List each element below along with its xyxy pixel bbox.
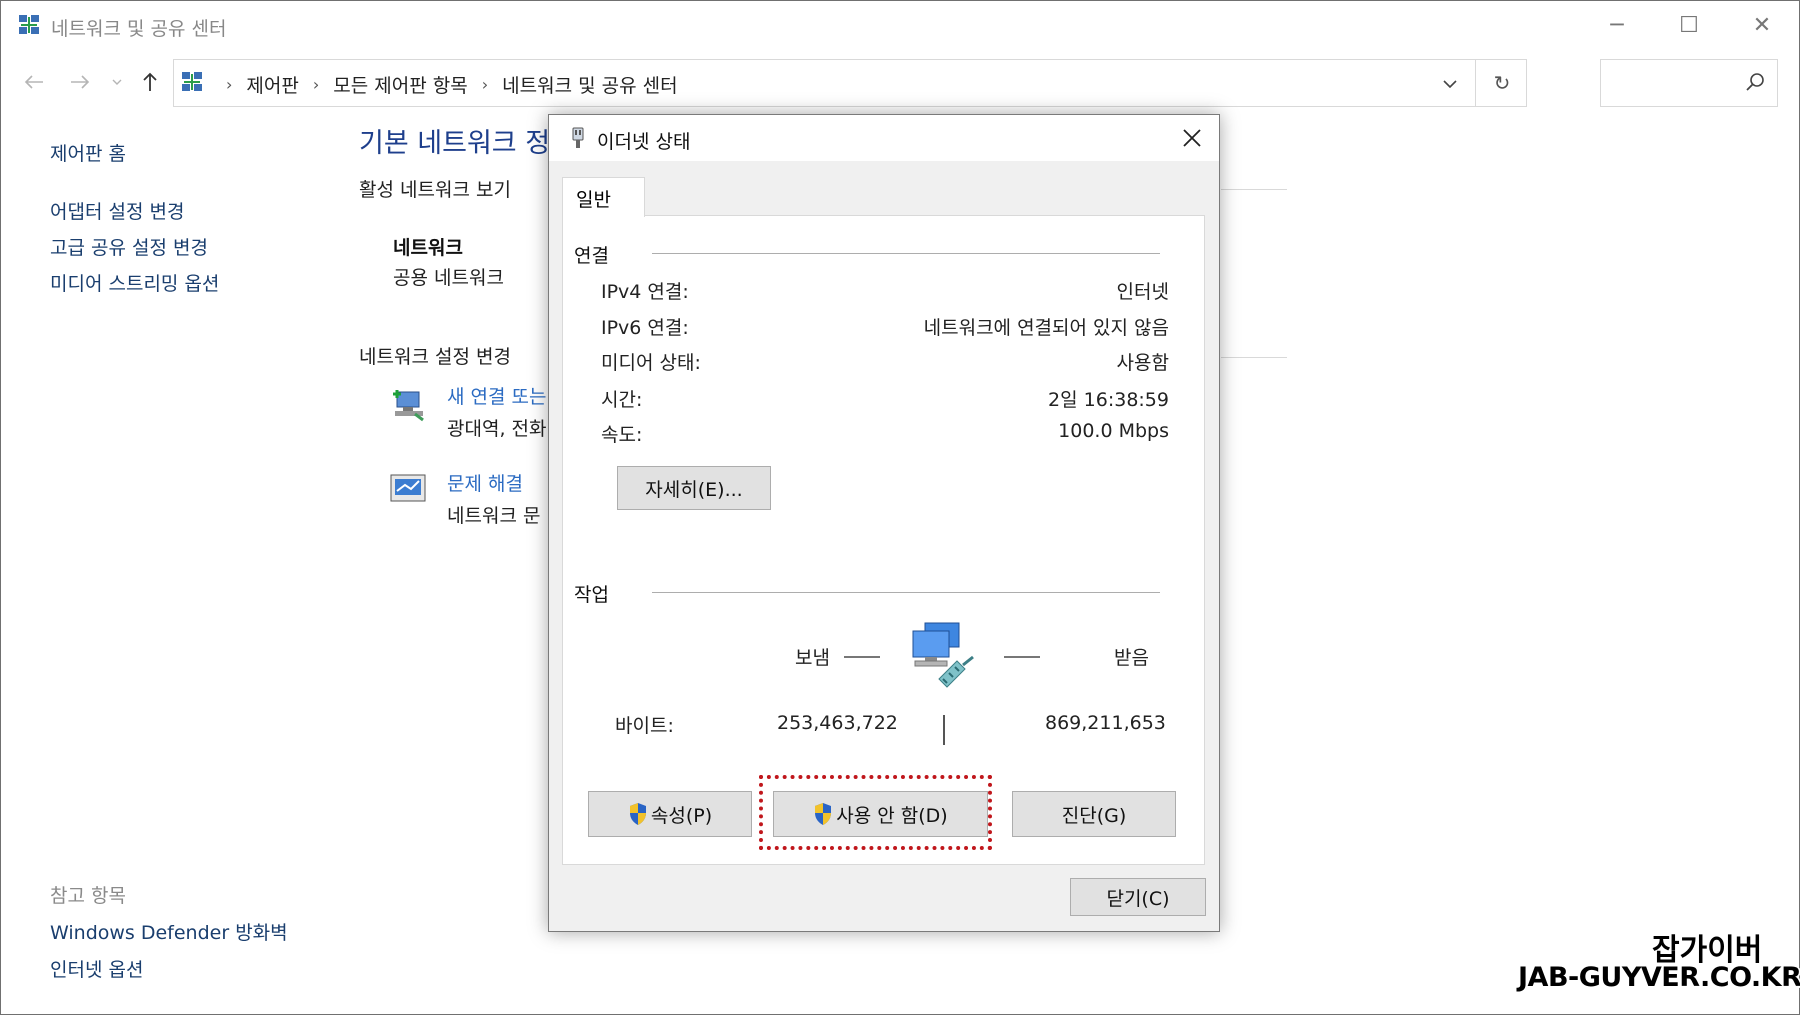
arrow-up-icon	[143, 72, 157, 91]
sent-label: 보냄	[795, 647, 830, 669]
up-button[interactable]	[133, 65, 167, 99]
change-settings-label: 네트워크 설정 변경	[359, 346, 511, 368]
troubleshoot-icon	[389, 471, 429, 511]
network-name: 네트워크	[393, 237, 463, 259]
refresh-button[interactable]: ↻	[1486, 69, 1518, 97]
address-dropdown-button[interactable]	[1436, 70, 1464, 98]
network-activity-icon	[903, 621, 985, 697]
close-window-button[interactable]: ✕	[1734, 9, 1790, 41]
dialog-title-bar: 이더넷 상태	[549, 115, 1219, 161]
activity-group-label: 작업	[574, 580, 609, 607]
shield-icon	[628, 802, 648, 826]
forward-button[interactable]	[63, 65, 97, 99]
dialog-title: 이더넷 상태	[597, 131, 691, 153]
control-panel-home-link[interactable]: 제어판 홈	[50, 139, 126, 166]
back-button[interactable]	[17, 65, 51, 99]
see-also-label: 참고 항목	[50, 885, 126, 907]
breadcrumb-separator[interactable]: ›	[313, 75, 319, 94]
ipv6-label: IPv6 연결:	[601, 317, 689, 339]
troubleshoot-desc: 네트워크 문	[447, 505, 541, 527]
address-divider	[1475, 60, 1476, 106]
close-icon	[1183, 129, 1201, 147]
bytes-received-value: 869,211,653	[1045, 712, 1166, 734]
duration-label: 시간:	[601, 389, 643, 411]
new-connection-desc: 광대역, 전화	[447, 418, 547, 440]
arrow-right-icon	[71, 75, 90, 89]
ethernet-status-dialog: 이더넷 상태 일반 연결 IPv4 연결: 인터넷 IPv6 연결: 네트워크에…	[548, 114, 1220, 932]
breadcrumb-separator[interactable]: ›	[482, 75, 488, 94]
properties-button[interactable]: 속성(P)	[588, 791, 752, 837]
internet-options-link[interactable]: 인터넷 옵션	[50, 955, 143, 982]
breadcrumb: › 제어판 › 모든 제어판 항목 › 네트워크 및 공유 센터	[212, 71, 678, 98]
group-divider	[652, 592, 1160, 593]
media-state-value: 사용함	[1116, 352, 1169, 374]
recent-locations-button[interactable]	[105, 65, 129, 99]
bytes-sent-value: 253,463,722	[777, 712, 898, 734]
navigation-bar: › 제어판 › 모든 제어판 항목 › 네트워크 및 공유 센터 ↻	[1, 59, 1799, 109]
troubleshoot-link[interactable]: 문제 해결	[447, 469, 523, 496]
bytes-divider	[943, 715, 945, 745]
tab-general[interactable]: 일반	[562, 177, 645, 217]
section-divider	[1221, 189, 1287, 190]
new-connection-link[interactable]: 새 연결 또는	[447, 382, 546, 409]
speed-label: 속도:	[601, 424, 643, 446]
search-icon	[1745, 72, 1765, 96]
page-title: 기본 네트워크 정	[359, 128, 551, 159]
firewall-link[interactable]: Windows Defender 방화벽	[50, 918, 288, 945]
window-title: 네트워크 및 공유 센터	[51, 18, 227, 40]
speed-value: 100.0 Mbps	[1058, 420, 1169, 442]
adapter-settings-link[interactable]: 어댑터 설정 변경	[50, 197, 184, 224]
dialog-close-text-button[interactable]: 닫기(C)	[1070, 878, 1206, 916]
breadcrumb-item[interactable]: 네트워크 및 공유 센터	[502, 71, 677, 98]
active-networks-label: 활성 네트워크 보기	[359, 179, 511, 201]
activity-dash	[1004, 656, 1040, 658]
group-divider	[652, 253, 1160, 254]
chevron-down-icon	[112, 79, 122, 85]
maximize-button[interactable]: ☐	[1661, 9, 1717, 41]
advanced-sharing-link[interactable]: 고급 공유 설정 변경	[50, 233, 208, 260]
section-divider	[1221, 357, 1287, 358]
breadcrumb-separator: ›	[226, 75, 233, 94]
duration-value: 2일 16:38:59	[1048, 389, 1169, 411]
connection-group-label: 연결	[574, 241, 609, 268]
received-label: 받음	[1114, 647, 1149, 669]
search-input[interactable]	[1600, 59, 1778, 107]
title-bar: 네트워크 및 공유 센터 ─ ☐ ✕	[1, 1, 1799, 49]
details-button[interactable]: 자세히(E)...	[617, 466, 771, 510]
address-bar[interactable]: › 제어판 › 모든 제어판 항목 › 네트워크 및 공유 센터 ↻	[173, 59, 1527, 107]
ipv4-value: 인터넷	[1116, 281, 1169, 303]
disable-button-highlight	[759, 775, 992, 850]
ethernet-icon	[569, 126, 587, 154]
refresh-icon: ↻	[1493, 71, 1511, 95]
breadcrumb-item[interactable]: 모든 제어판 항목	[333, 71, 467, 98]
maximize-icon: ☐	[1679, 12, 1699, 38]
network-type: 공용 네트워크	[393, 267, 504, 289]
properties-button-label: 속성(P)	[650, 804, 713, 827]
close-icon: ✕	[1752, 12, 1772, 38]
network-center-icon	[180, 70, 204, 98]
new-connection-icon	[389, 384, 429, 428]
minimize-icon: ─	[1610, 12, 1624, 38]
chevron-down-icon	[1443, 80, 1457, 88]
bytes-label: 바이트:	[615, 715, 674, 737]
arrow-left-icon	[24, 75, 43, 89]
diagnose-button[interactable]: 진단(G)	[1012, 791, 1176, 837]
watermark-url: JAB-GUYVER.CO.KR	[1518, 962, 1800, 993]
media-streaming-link[interactable]: 미디어 스트리밍 옵션	[50, 269, 219, 296]
minimize-button[interactable]: ─	[1589, 9, 1645, 41]
network-center-icon	[17, 13, 41, 41]
ipv4-label: IPv4 연결:	[601, 281, 689, 303]
media-state-label: 미디어 상태:	[601, 352, 701, 374]
breadcrumb-item[interactable]: 제어판	[246, 71, 298, 98]
activity-dash	[844, 656, 880, 658]
dialog-close-button[interactable]	[1177, 123, 1207, 153]
ipv6-value: 네트워크에 연결되어 있지 않음	[923, 317, 1169, 339]
